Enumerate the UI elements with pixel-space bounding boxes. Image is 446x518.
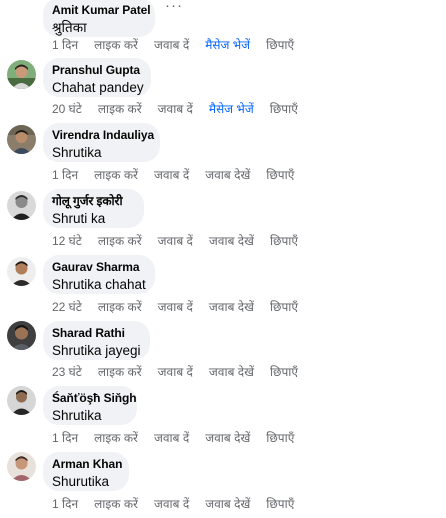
hide-button[interactable]: छिपाएँ <box>266 496 294 512</box>
comment-actions: 23 घंटे लाइक करें जवाब दें जवाब देखें छि… <box>52 364 298 380</box>
reply-button[interactable]: जवाब दें <box>154 167 189 183</box>
comment-bubble[interactable]: Virendra Indauliya Shrutika <box>43 123 160 162</box>
comment-time[interactable]: 23 घंटे <box>52 364 82 380</box>
avatar[interactable] <box>7 321 36 350</box>
reply-button[interactable]: जवाब दें <box>158 364 193 380</box>
view-replies-button[interactable]: जवाब देखें <box>209 233 254 249</box>
comment-actions: 1 दिन लाइक करें जवाब दें मैसेज भेजें छिप… <box>52 37 294 53</box>
like-button[interactable]: लाइक करें <box>98 101 142 117</box>
reply-button[interactable]: जवाब दें <box>158 233 193 249</box>
comment-time[interactable]: 1 दिन <box>52 496 78 512</box>
reply-button[interactable]: जवाब दें <box>158 299 193 315</box>
comment-text: Shrutika chahat <box>52 277 146 292</box>
avatar[interactable] <box>7 125 36 154</box>
avatar[interactable] <box>7 452 36 481</box>
comment: Amit Kumar Patel श्रुतिका ··· 1 दिन लाइक… <box>0 0 446 56</box>
comment-bubble[interactable]: Pranshul Gupta Chahat pandey <box>43 58 151 97</box>
comment-time[interactable]: 20 घंटे <box>52 101 82 117</box>
hide-button[interactable]: छिपाएँ <box>270 364 298 380</box>
comment: Virendra Indauliya Shrutika 1 दिन लाइक क… <box>0 123 446 189</box>
reply-button[interactable]: जवाब दें <box>154 496 189 512</box>
hide-button[interactable]: छिपाएँ <box>270 233 298 249</box>
comment-actions: 1 दिन लाइक करें जवाब दें जवाब देखें छिपा… <box>52 167 294 183</box>
avatar[interactable] <box>7 60 36 89</box>
avatar-image <box>7 257 36 286</box>
like-button[interactable]: लाइक करें <box>94 496 138 512</box>
reply-button[interactable]: जवाब दें <box>154 37 189 53</box>
comment-actions: 22 घंटे लाइक करें जवाब दें जवाब देखें छि… <box>52 299 298 315</box>
hide-button[interactable]: छिपाएँ <box>270 101 298 117</box>
avatar-image <box>7 386 36 415</box>
avatar-image <box>7 125 36 154</box>
comment-time[interactable]: 22 घंटे <box>52 299 82 315</box>
comment-author[interactable]: Virendra Indauliya <box>52 128 154 142</box>
comment-text: Chahat pandey <box>52 80 144 95</box>
comment: Arman Khan Shurutika 1 दिन लाइक करें जवा… <box>0 452 446 518</box>
reply-button[interactable]: जवाब दें <box>154 430 189 446</box>
view-replies-button[interactable]: जवाब देखें <box>209 299 254 315</box>
comment-bubble[interactable]: Gaurav Sharma Shrutika chahat <box>43 255 155 294</box>
comment-bubble[interactable]: Amit Kumar Patel श्रुतिका <box>43 0 155 37</box>
comment-bubble[interactable]: गोलू गुर्जर इकोरी Shruti ka <box>43 189 144 228</box>
avatar-image <box>7 452 36 481</box>
comment-text: श्रुतिका <box>52 20 87 35</box>
like-button[interactable]: लाइक करें <box>98 299 142 315</box>
comment-text: Shrutika jayegi <box>52 343 141 358</box>
hide-button[interactable]: छिपाएँ <box>266 430 294 446</box>
avatar-image <box>7 60 36 89</box>
comment: Sharad Rathi Shrutika jayegi 23 घंटे लाइ… <box>0 321 446 387</box>
comment-bubble[interactable]: Arman Khan Shurutika <box>43 452 129 491</box>
avatar-image <box>7 321 36 350</box>
comment-author[interactable]: Amit Kumar Patel <box>52 3 151 17</box>
avatar[interactable] <box>7 191 36 220</box>
view-replies-button[interactable]: जवाब देखें <box>205 167 250 183</box>
send-message-button[interactable]: मैसेज भेजें <box>209 101 254 117</box>
avatar[interactable] <box>7 257 36 286</box>
comment-text: Shrutika <box>52 408 102 423</box>
avatar-image <box>7 191 36 220</box>
comment-author[interactable]: गोलू गुर्जर इकोरी <box>52 194 135 208</box>
hide-button[interactable]: छिपाएँ <box>266 167 294 183</box>
comment-text: Shurutika <box>52 474 110 489</box>
comment-author[interactable]: Śaňťöşħ Siňgh <box>52 391 137 405</box>
comment-bubble[interactable]: Śaňťöşħ Siňgh Shrutika <box>43 386 137 425</box>
comment-time[interactable]: 1 दिन <box>52 430 78 446</box>
comment-bubble[interactable]: Sharad Rathi Shrutika jayegi <box>43 321 150 360</box>
comment-actions: 1 दिन लाइक करें जवाब दें जवाब देखें छिपा… <box>52 430 294 446</box>
comment-actions: 1 दिन लाइक करें जवाब दें जवाब देखें छिपा… <box>52 496 294 512</box>
comment-actions: 12 घंटे लाइक करें जवाब दें जवाब देखें छि… <box>52 233 298 249</box>
comment-time[interactable]: 1 दिन <box>52 37 78 53</box>
comment: Pranshul Gupta Chahat pandey 20 घंटे लाइ… <box>0 58 446 124</box>
like-button[interactable]: लाइक करें <box>98 233 142 249</box>
view-replies-button[interactable]: जवाब देखें <box>205 496 250 512</box>
view-replies-button[interactable]: जवाब देखें <box>209 364 254 380</box>
comment: गोलू गुर्जर इकोरी Shruti ka 12 घंटे लाइक… <box>0 189 446 255</box>
hide-button[interactable]: छिपाएँ <box>266 37 294 53</box>
hide-button[interactable]: छिपाएँ <box>270 299 298 315</box>
comment: Gaurav Sharma Shrutika chahat 22 घंटे ला… <box>0 255 446 321</box>
like-button[interactable]: लाइक करें <box>98 364 142 380</box>
comment-actions: 20 घंटे लाइक करें जवाब दें मैसेज भेजें छ… <box>52 101 298 117</box>
like-button[interactable]: लाइक करें <box>94 430 138 446</box>
comment-text: Shrutika <box>52 145 102 160</box>
comment-time[interactable]: 1 दिन <box>52 167 78 183</box>
reply-button[interactable]: जवाब दें <box>158 101 193 117</box>
comment-author[interactable]: Pranshul Gupta <box>52 63 142 77</box>
scrollbar[interactable] <box>442 0 446 518</box>
avatar[interactable] <box>7 386 36 415</box>
comment-author[interactable]: Sharad Rathi <box>52 326 141 340</box>
view-replies-button[interactable]: जवाब देखें <box>205 430 250 446</box>
comment: Śaňťöşħ Siňgh Shrutika 1 दिन लाइक करें ज… <box>0 386 446 452</box>
comment-list: Amit Kumar Patel श्रुतिका ··· 1 दिन लाइक… <box>0 0 446 518</box>
like-button[interactable]: लाइक करें <box>94 37 138 53</box>
comment-author[interactable]: Arman Khan <box>52 457 122 471</box>
comment-time[interactable]: 12 घंटे <box>52 233 82 249</box>
ellipsis-icon[interactable]: ··· <box>164 0 184 14</box>
comment-text: Shruti ka <box>52 211 106 226</box>
send-message-button[interactable]: मैसेज भेजें <box>205 37 250 53</box>
like-button[interactable]: लाइक करें <box>94 167 138 183</box>
comment-author[interactable]: Gaurav Sharma <box>52 260 146 274</box>
